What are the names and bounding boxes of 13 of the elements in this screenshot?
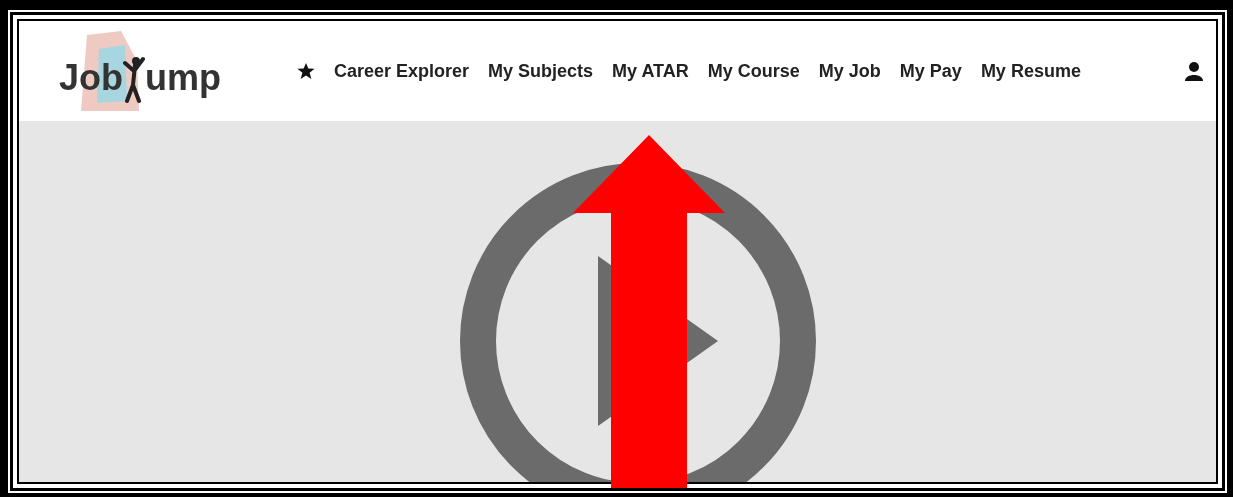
nav-link[interactable]: My Resume bbox=[980, 60, 1081, 82]
nav-link[interactable]: My ATAR bbox=[612, 60, 689, 82]
nav-link[interactable]: My Job bbox=[818, 60, 881, 82]
nav-link[interactable]: My Subjects bbox=[488, 60, 594, 82]
logo-text: Job bbox=[59, 57, 123, 99]
nav-link[interactable]: Career Explorer bbox=[334, 60, 470, 82]
nav-link[interactable]: My Pay bbox=[899, 60, 962, 82]
video-thumbnail[interactable] bbox=[19, 121, 1216, 482]
star-icon[interactable] bbox=[297, 62, 315, 80]
nav-link[interactable]: My Course bbox=[707, 60, 800, 82]
logo-text: ump bbox=[145, 57, 221, 99]
jumping-figure-icon bbox=[123, 55, 145, 105]
user-icon[interactable] bbox=[1184, 61, 1204, 81]
